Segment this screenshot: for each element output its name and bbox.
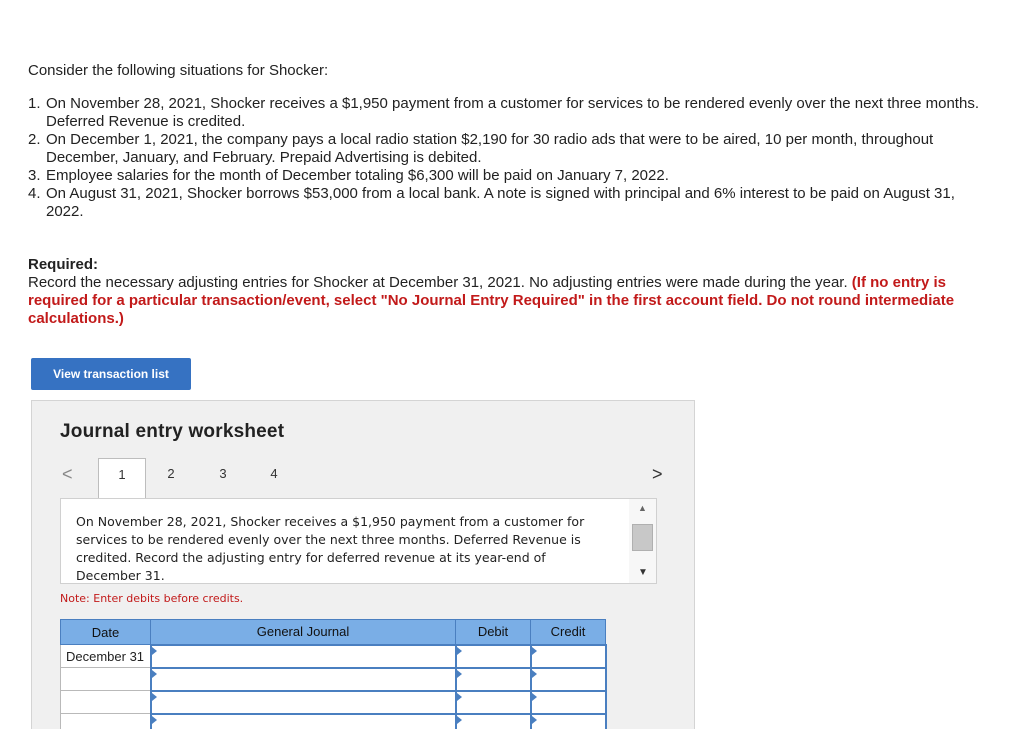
table-row bbox=[60, 689, 607, 715]
date-cell bbox=[60, 667, 151, 691]
scroll-down-icon[interactable]: ▼ bbox=[638, 567, 648, 578]
situation-text: On December 1, 2021, the company pays a … bbox=[46, 131, 934, 166]
table-row bbox=[60, 712, 607, 729]
column-header-credit: Credit bbox=[530, 619, 606, 645]
table-row bbox=[60, 666, 607, 692]
debit-input[interactable] bbox=[454, 712, 532, 729]
situation-text: On November 28, 2021, Shocker receives a… bbox=[46, 95, 979, 130]
required-heading: Required: bbox=[28, 256, 99, 273]
transaction-description: On November 28, 2021, Shocker receives a… bbox=[76, 514, 585, 583]
column-header-date: Date bbox=[60, 619, 151, 645]
tab-4[interactable]: 4 bbox=[264, 458, 284, 498]
transaction-description-panel: On November 28, 2021, Shocker receives a… bbox=[60, 498, 657, 584]
situation-number: 1. bbox=[28, 95, 41, 112]
account-select[interactable] bbox=[149, 712, 457, 729]
situation-text: Employee salaries for the month of Decem… bbox=[46, 167, 669, 184]
situation-item: 2. On December 1, 2021, the company pays… bbox=[28, 131, 988, 167]
description-scrollbar[interactable]: ▲ ▼ bbox=[629, 498, 657, 584]
situation-item: 4. On August 31, 2021, Shocker borrows $… bbox=[28, 185, 988, 221]
column-header-debit: Debit bbox=[455, 619, 531, 645]
required-body: Record the necessary adjusting entries f… bbox=[28, 274, 852, 291]
journal-entry-worksheet: Journal entry worksheet < 1 2 3 4 > On N… bbox=[31, 400, 695, 729]
chevron-right-icon[interactable]: > bbox=[652, 464, 663, 485]
date-cell: December 31 bbox=[60, 644, 151, 668]
account-select[interactable] bbox=[149, 666, 457, 692]
required-text: Record the necessary adjusting entries f… bbox=[28, 274, 988, 328]
table-row: December 31 bbox=[60, 643, 607, 669]
scrollbar-thumb[interactable] bbox=[632, 524, 653, 551]
entry-note: Note: Enter debits before credits. bbox=[60, 592, 244, 605]
situation-text: On August 31, 2021, Shocker borrows $53,… bbox=[46, 185, 955, 220]
account-select[interactable] bbox=[149, 689, 457, 715]
credit-input[interactable] bbox=[529, 712, 607, 729]
debit-input[interactable] bbox=[454, 689, 532, 715]
credit-input[interactable] bbox=[529, 666, 607, 692]
worksheet-title: Journal entry worksheet bbox=[60, 421, 285, 442]
situation-number: 4. bbox=[28, 185, 41, 202]
journal-table-header-row: Date General Journal Debit Credit bbox=[60, 619, 606, 645]
debit-input[interactable] bbox=[454, 666, 532, 692]
scroll-up-icon[interactable]: ▲ bbox=[638, 503, 647, 513]
situation-item: 3. Employee salaries for the month of De… bbox=[28, 167, 988, 185]
tab-1[interactable]: 1 bbox=[98, 458, 146, 500]
journal-table: Date General Journal Debit Credit Decemb… bbox=[60, 619, 607, 729]
account-select[interactable] bbox=[149, 643, 457, 669]
situation-number: 3. bbox=[28, 167, 41, 184]
tab-2[interactable]: 2 bbox=[161, 458, 181, 498]
view-transaction-list-button[interactable]: View transaction list bbox=[31, 358, 191, 390]
credit-input[interactable] bbox=[529, 689, 607, 715]
chevron-left-icon[interactable]: < bbox=[62, 464, 73, 485]
situations-list: 1. On November 28, 2021, Shocker receive… bbox=[28, 95, 988, 221]
date-cell bbox=[60, 713, 151, 729]
situation-number: 2. bbox=[28, 131, 41, 148]
date-cell bbox=[60, 690, 151, 714]
debit-input[interactable] bbox=[454, 643, 532, 669]
credit-input[interactable] bbox=[529, 643, 607, 669]
column-header-general-journal: General Journal bbox=[150, 619, 456, 645]
tab-3[interactable]: 3 bbox=[213, 458, 233, 498]
problem-intro: Consider the following situations for Sh… bbox=[28, 62, 329, 79]
situation-item: 1. On November 28, 2021, Shocker receive… bbox=[28, 95, 988, 131]
